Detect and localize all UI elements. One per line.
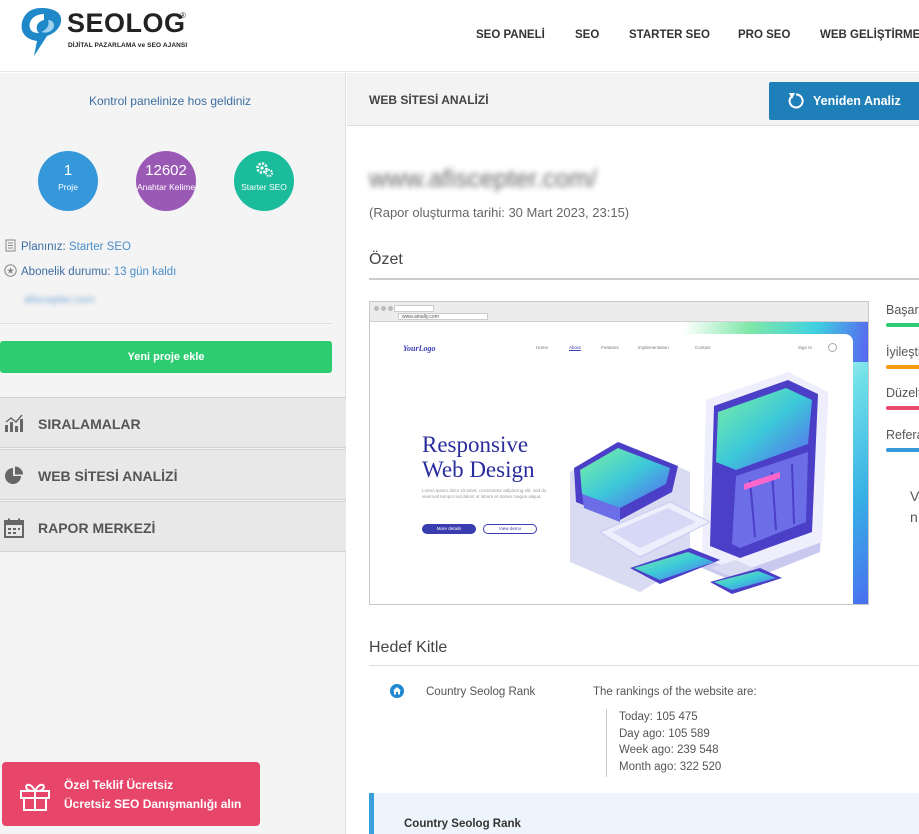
rank-week-ago: Week ago: 239 548 [619,744,719,756]
site-screenshot: www.amally.com YourLogo Home About Featu… [369,301,869,605]
menu-label-report-center: RAPOR MERKEZİ [38,520,156,536]
stat-keywords[interactable]: 12602 Anahtar Kelime [136,151,196,211]
legend-improve: İyileştirme [886,345,919,359]
nav-starter-seo[interactable]: STARTER SEO [629,29,710,41]
legend-reference: Referans [886,428,919,442]
browser-url-bar: www.amally.com [398,313,488,320]
welcome-message: Kontrol panelinize hos geldiniz [88,94,252,108]
star-badge-icon [4,264,17,277]
legend-fix-bar [886,406,919,410]
legend-success: Başarılı [886,303,919,317]
summary-rule [369,278,919,280]
sidebar-divider [0,323,332,324]
mockup-nav-features: Features [601,345,619,350]
legend-fix: Düzeltme [886,386,919,400]
content-title: WEB SİTESİ ANALİZİ [369,93,489,107]
mockup-headline-1: Responsive [422,432,529,457]
content-toolbar: WEB SİTESİ ANALİZİ Yeniden Analiz [347,73,919,126]
stat-keywords-value: 12602 [145,162,187,179]
gift-icon [20,783,50,811]
legend-reference-bar [886,448,919,452]
summary-title: Özet [369,251,403,268]
legend-improve-bar [886,365,919,369]
registered-mark: ® [180,11,186,20]
mockup-signin: Sign In [798,345,813,350]
menu-item-report-center[interactable]: RAPOR MERKEZİ [0,501,346,552]
plan-label: Planınız: [21,241,66,253]
mockup-body-text: Lorem ipsum dolor sit amet, consectetur … [422,488,547,499]
mockup-logo: YourLogo [403,344,436,353]
stat-projects-label: Proje [58,182,78,192]
nav-web-development[interactable]: WEB GELİŞTİRME [820,29,919,41]
stat-projects[interactable]: 1 Proje [38,151,98,211]
sidebar: Kontrol panelinize hos geldiniz 1 Proje … [0,73,346,834]
country-rank-label: Country Seolog Rank [426,686,536,698]
nav-seo-panel[interactable]: SEO PANELİ [476,29,545,41]
stat-plan[interactable]: Starter SEO [234,151,294,211]
document-icon [5,239,16,252]
country-rank-box-title: Country Seolog Rank [404,818,521,830]
menu-item-site-analysis[interactable]: WEB SİTESİ ANALİZİ [0,449,346,500]
audience-title: Hedef Kitle [369,639,448,656]
reanalyze-button[interactable]: Yeniden Analiz [769,82,919,120]
mockup-headline-2: Web Design [422,457,535,482]
mockup-search-icon [828,343,837,352]
nav-seo[interactable]: SEO [575,29,599,41]
calendar-icon [4,518,24,538]
reanalyze-label: Yeniden Analiz [813,94,901,108]
rank-list: Today: 105 475 Day ago: 105 589 Week ago… [606,709,721,777]
subscription-label: Abonelik durumu: [21,266,111,278]
truncated-text: V [910,488,919,504]
report-date: (Rapor oluşturma tarihi: 30 Mart 2023, 2… [369,205,630,220]
main-nav: SEO PANELİ SEO STARTER SEO PRO SEO WEB G… [0,29,919,45]
rank-month-ago: Month ago: 322 520 [619,760,722,773]
browser-chrome: www.amally.com [370,302,868,322]
mockup-nav-implementation: Implementation [638,345,669,350]
rank-day-ago: Day ago: 105 589 [619,727,710,740]
project-domain[interactable]: afiscepter.com [24,294,95,306]
nav-pro-seo[interactable]: PRO SEO [738,29,790,41]
offer-line-2: Ücretsiz SEO Danışmanlığı alın [64,797,242,811]
mockup-nav-about: About [569,345,581,350]
window-dot-icon [374,306,379,311]
page-root: SEOLOG ® DİJİTAL PAZARLAMA ve SEO AJANSI… [0,0,919,834]
truncated-text: n [910,509,918,525]
rank-today: Today: 105 475 [619,711,698,723]
plan-row: Planınız: Starter SEO [4,239,131,253]
stat-projects-value: 1 [63,162,73,179]
mockup-btn-details: More details [422,524,476,534]
new-project-button[interactable]: Yeni proje ekle [0,341,332,373]
analyzed-site-url: www.afiscepter.com/ [369,165,597,193]
refresh-icon [788,93,804,109]
device-illustration-icon [570,372,828,594]
stat-keywords-label: Anahtar Kelime [136,182,196,192]
mockup-nav-home: Home [536,345,549,350]
menu-label-site-analysis: WEB SİTESİ ANALİZİ [38,468,178,484]
menu-item-rankings[interactable]: SIRALAMALAR [0,397,346,448]
legend-success-bar [886,323,919,327]
menu-label-rankings: SIRALAMALAR [38,416,141,432]
offer-line-1: Özel Teklif Ücretsiz [64,778,174,792]
stat-plan-label: Starter SEO [241,182,287,192]
pie-chart-icon [5,466,23,484]
mockup-nav-contact: Contact [695,345,711,350]
window-dot-icon [381,306,386,311]
plan-link[interactable]: Starter SEO [69,241,131,253]
browser-tab [394,305,434,312]
subscription-value: 13 gün kaldı [113,266,177,278]
country-rank-box: Country Seolog Rank [369,793,919,834]
mockup-btn-demo: View demo [483,524,537,534]
home-icon [390,684,404,698]
bar-chart-icon [5,414,23,432]
special-offer-banner[interactable]: Özel Teklif Ücretsiz Ücretsiz SEO Danışm… [2,762,260,826]
top-header: SEOLOG ® DİJİTAL PAZARLAMA ve SEO AJANSI… [0,0,919,72]
main-content: WEB SİTESİ ANALİZİ Yeniden Analiz www.af… [347,73,919,834]
window-dot-icon [388,306,393,311]
gears-icon [256,162,273,177]
subscription-row: Abonelik durumu: 13 gün kaldı [4,264,176,278]
audience-rule [369,665,919,666]
rank-intro: The rankings of the website are: [593,686,757,698]
